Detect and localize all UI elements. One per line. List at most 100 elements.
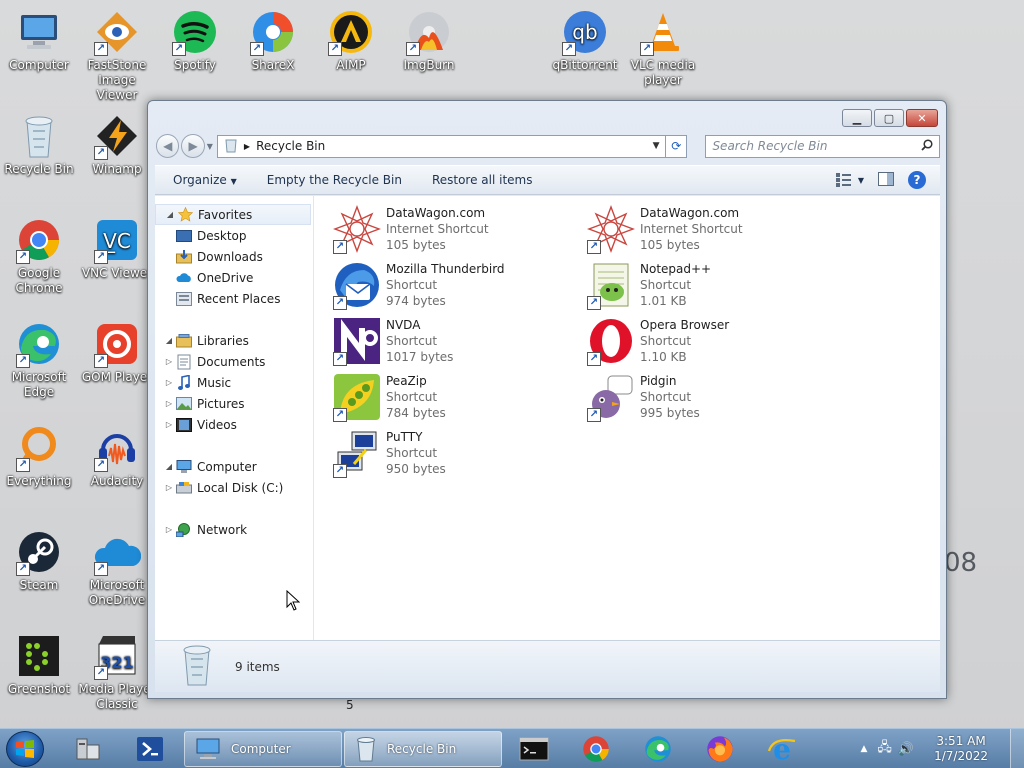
search-icon[interactable] <box>921 138 933 154</box>
taskbar-pin-command-prompt[interactable] <box>508 731 560 767</box>
everything-icon: ↗ <box>15 424 63 472</box>
help-icon[interactable]: ? <box>908 171 926 189</box>
file-item-opera[interactable]: ↗ Opera Browser Shortcut 1.10 KB <box>586 316 836 368</box>
taskbar-pin-powershell[interactable] <box>124 731 176 767</box>
network-status-icon[interactable]: 🖧 <box>877 738 892 760</box>
collapsed-arrow-icon[interactable]: ▷ <box>163 420 175 429</box>
explorer-body: ◢ Favorites Desktop Downloads OneDrive R… <box>155 196 940 640</box>
maximize-button[interactable]: ▢ <box>874 109 904 127</box>
network-icon <box>175 522 193 538</box>
collapsed-arrow-icon[interactable]: ▷ <box>163 399 175 408</box>
refresh-button[interactable]: ⟳ <box>666 134 688 158</box>
taskbar-pin-edge[interactable] <box>632 731 684 767</box>
taskbar-pin-server-manager[interactable] <box>62 731 114 767</box>
nav-recent-places[interactable]: Recent Places <box>155 288 313 309</box>
taskbar-pin-internet-explorer[interactable]: e <box>756 731 808 767</box>
taskbar: Computer Recycle Bin e ▲ 🖧 🔊 3:51 AM 1/7… <box>0 728 1024 768</box>
file-item-putty[interactable]: ↗ PuTTY Shortcut 950 bytes <box>332 428 582 480</box>
nav-libraries[interactable]: ◢ Libraries <box>155 330 313 351</box>
taskbar-task-recycle-bin[interactable]: Recycle Bin <box>344 731 502 767</box>
file-list[interactable]: ↗ DataWagon.com Internet Shortcut 105 by… <box>314 196 940 640</box>
expand-arrow-icon[interactable]: ◢ <box>163 336 175 345</box>
recycle-bin-icon <box>357 737 375 762</box>
opera-icon: ↗ <box>586 316 636 366</box>
organize-button[interactable]: Organize ▼ <box>173 173 237 187</box>
explorer-window-recycle-bin[interactable]: ▁ ▢ ✕ ◀ ▶ ▼ ▶ Recycle Bin ▼ ⟳ Search Rec… <box>147 100 947 699</box>
desktop-icon-recycle-bin[interactable]: Recycle Bin <box>0 112 78 177</box>
start-button[interactable] <box>6 731 44 767</box>
desktop-icon-gom-player[interactable]: ↗ GOM Player <box>78 320 156 385</box>
nav-music[interactable]: ▷ Music <box>155 372 313 393</box>
show-desktop-button[interactable] <box>1010 729 1024 768</box>
breadcrumb-recycle-bin[interactable]: Recycle Bin <box>256 139 325 153</box>
nav-pictures[interactable]: ▷ Pictures <box>155 393 313 414</box>
desktop-icon-spotify[interactable]: ↗ Spotify <box>156 8 234 73</box>
volume-icon[interactable]: 🔊 <box>898 742 914 757</box>
file-item-pidgin[interactable]: ↗ Pidgin Shortcut 995 bytes <box>586 372 836 424</box>
minimize-button[interactable]: ▁ <box>842 109 872 127</box>
taskbar-pin-chrome[interactable] <box>570 731 622 767</box>
change-view-button[interactable]: ▼ <box>835 173 864 187</box>
desktop-icon-qbittorrent[interactable]: qb ↗ qBittorrent <box>546 8 624 73</box>
navigation-pane[interactable]: ◢ Favorites Desktop Downloads OneDrive R… <box>155 196 314 640</box>
collapsed-arrow-icon[interactable]: ▷ <box>163 378 175 387</box>
nav-videos[interactable]: ▷ Videos <box>155 414 313 435</box>
desktop-icon-vlc[interactable]: ↗ VLC media player <box>624 8 702 88</box>
expand-arrow-icon[interactable]: ◢ <box>164 210 176 219</box>
edge-icon: ↗ <box>15 320 63 368</box>
file-item-nvda[interactable]: ↗ NVDA Shortcut 1017 bytes <box>332 316 582 368</box>
breadcrumb-separator-icon[interactable]: ▶ <box>244 142 250 151</box>
desktop-icon-everything[interactable]: ↗ Everything <box>0 424 78 489</box>
recent-pages-dropdown[interactable]: ▼ <box>207 142 213 151</box>
desktop-icon-sharex[interactable]: ↗ ShareX <box>234 8 312 73</box>
forward-button[interactable]: ▶ <box>181 134 205 158</box>
desktop-icon-winamp[interactable]: ↗ Winamp <box>78 112 156 177</box>
desktop-icon-faststone[interactable]: ↗ FastStone Image Viewer <box>78 8 156 103</box>
collapsed-arrow-icon[interactable]: ▷ <box>163 483 175 492</box>
desktop-icon-computer[interactable]: Computer <box>0 8 78 73</box>
nav-computer[interactable]: ◢ Computer <box>155 456 313 477</box>
preview-pane-icon <box>878 171 894 186</box>
collapsed-arrow-icon[interactable]: ▷ <box>163 357 175 366</box>
file-item-notepad-plus-plus[interactable]: ↗ Notepad++ Shortcut 1.01 KB <box>586 260 836 312</box>
qbittorrent-icon: qb ↗ <box>561 8 609 56</box>
taskbar-pin-firefox[interactable] <box>694 731 746 767</box>
file-item-thunderbird[interactable]: ↗ Mozilla Thunderbird Shortcut 974 bytes <box>332 260 582 312</box>
nav-desktop[interactable]: Desktop <box>155 225 313 246</box>
desktop-icon-steam[interactable]: ↗ Steam <box>0 528 78 593</box>
desktop-icon-chrome[interactable]: ↗ Google Chrome <box>0 216 78 296</box>
nav-network[interactable]: ▷ Network <box>155 519 313 540</box>
file-item-datawagon-2[interactable]: ↗ DataWagon.com Internet Shortcut 105 by… <box>586 204 836 256</box>
nav-favorites[interactable]: ◢ Favorites <box>155 204 311 225</box>
search-input[interactable]: Search Recycle Bin <box>705 134 940 158</box>
file-name: DataWagon.com <box>386 206 486 220</box>
desktop-icon-audacity[interactable]: ↗ Audacity <box>78 424 156 489</box>
taskbar-task-computer[interactable]: Computer <box>184 731 342 767</box>
restore-all-items-button[interactable]: Restore all items <box>432 173 533 187</box>
address-bar[interactable]: ▶ Recycle Bin ▼ <box>216 134 667 158</box>
desktop-icon-media-player-classic[interactable]: 321 ↗ Media Player Classic <box>78 632 156 712</box>
nav-onedrive[interactable]: OneDrive <box>155 267 313 288</box>
show-hidden-icons-button[interactable]: ▲ <box>860 744 867 754</box>
desktop-icon-greenshot[interactable]: Greenshot <box>0 632 78 697</box>
collapsed-arrow-icon[interactable]: ▷ <box>163 525 175 534</box>
vlc-cone-icon: ↗ <box>639 8 687 56</box>
nav-downloads[interactable]: Downloads <box>155 246 313 267</box>
clock[interactable]: 3:51 AM 1/7/2022 <box>934 734 988 764</box>
file-item-peazip[interactable]: ↗ PeaZip Shortcut 784 bytes <box>332 372 582 424</box>
desktop-icon-aimp[interactable]: ↗ AIMP <box>312 8 390 73</box>
expand-arrow-icon[interactable]: ◢ <box>163 462 175 471</box>
downloads-icon <box>175 249 193 265</box>
back-button[interactable]: ◀ <box>156 134 180 158</box>
desktop-icon-onedrive[interactable]: ↗ Microsoft OneDrive <box>78 528 156 608</box>
file-item-datawagon-1[interactable]: ↗ DataWagon.com Internet Shortcut 105 by… <box>332 204 582 256</box>
desktop-icon-edge[interactable]: ↗ Microsoft Edge <box>0 320 78 400</box>
nav-documents[interactable]: ▷ Documents <box>155 351 313 372</box>
address-dropdown-icon[interactable]: ▼ <box>647 141 665 151</box>
nav-local-disk[interactable]: ▷ Local Disk (C:) <box>155 477 313 498</box>
desktop-icon-vnc-viewer[interactable]: V̲C ↗ VNC Viewer <box>78 216 156 281</box>
preview-pane-button[interactable] <box>878 171 894 189</box>
close-button[interactable]: ✕ <box>906 109 938 127</box>
empty-recycle-bin-button[interactable]: Empty the Recycle Bin <box>267 173 402 187</box>
desktop-icon-imgburn[interactable]: ↗ ImgBurn <box>390 8 468 73</box>
